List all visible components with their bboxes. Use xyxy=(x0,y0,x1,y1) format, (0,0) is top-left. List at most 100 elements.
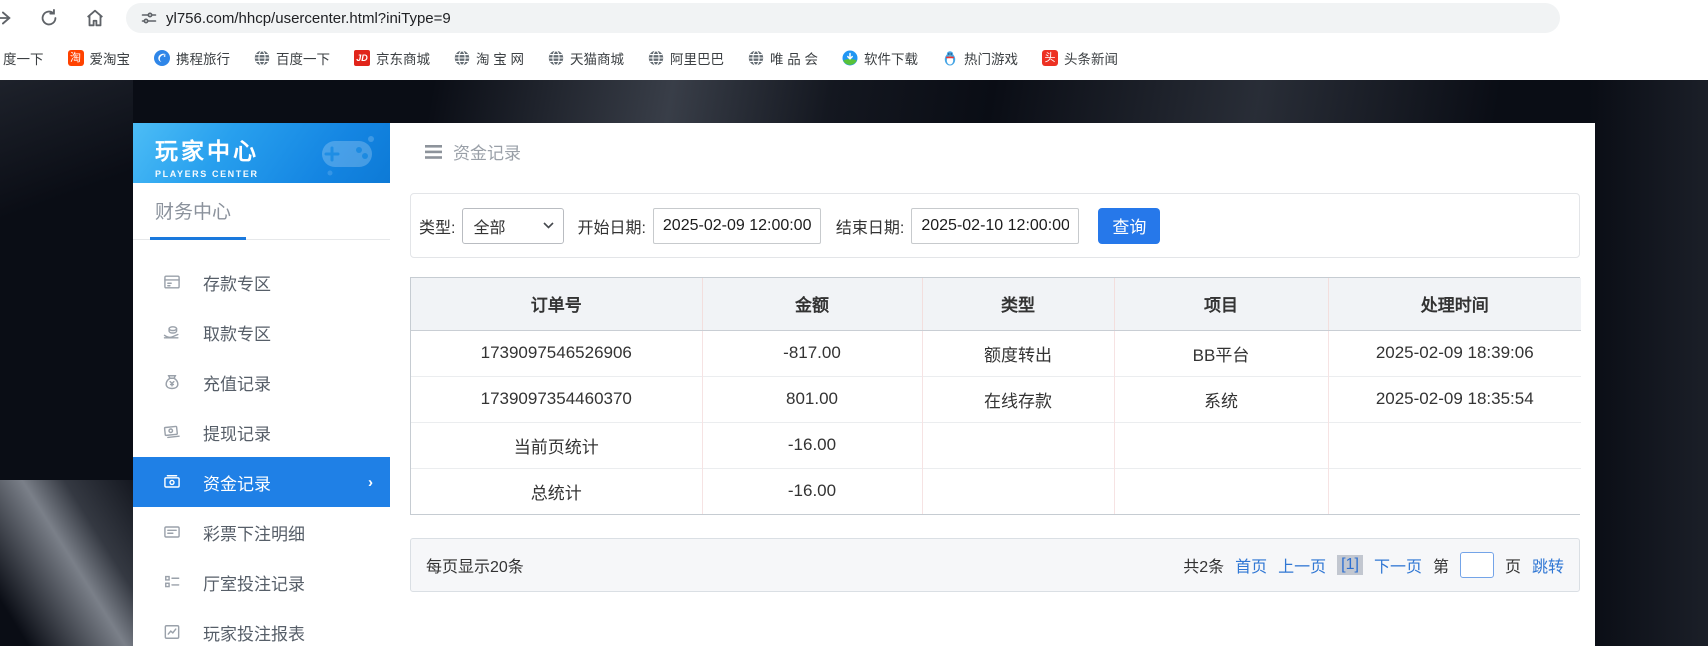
start-date-label: 开始日期: xyxy=(577,214,645,238)
sidebar-item-report[interactable]: 玩家投注报表 xyxy=(133,607,390,646)
cell-time: 2025-02-09 18:35:54 xyxy=(1328,376,1581,422)
chevron-right-icon: › xyxy=(368,474,373,491)
jd-icon: JD xyxy=(354,50,370,66)
bookmark-item[interactable]: 软件下载 xyxy=(842,48,918,68)
url-bar[interactable]: yl756.com/hhcp/usercenter.html?iniType=9 xyxy=(126,3,1560,33)
page-title: 资金记录 xyxy=(453,139,521,164)
cell-label: 当前页统计 xyxy=(411,422,702,468)
bookmark-item[interactable]: 度一下 xyxy=(3,48,44,68)
column-header-type: 类型 xyxy=(922,278,1114,330)
cell-empty xyxy=(1328,468,1581,514)
globe-icon xyxy=(548,50,564,66)
withdraw-icon xyxy=(162,322,182,342)
forward-arrow-icon[interactable] xyxy=(0,7,13,29)
table-row: 1739097546526906 -817.00 额度转出 BB平台 2025-… xyxy=(411,330,1581,376)
next-page-link[interactable]: 下一页 xyxy=(1374,553,1422,577)
bookmark-item[interactable]: 携程旅行 xyxy=(154,48,230,68)
sidebar-item-hall-bet[interactable]: 厅室投注记录 xyxy=(133,557,390,607)
bookmark-item[interactable]: 唯 品 会 xyxy=(748,48,818,68)
hall-bet-icon xyxy=(162,572,182,592)
cell-type: 在线存款 xyxy=(922,376,1114,422)
background-streak xyxy=(0,80,133,380)
menu-toggle-icon[interactable] xyxy=(425,145,442,159)
prev-page-link[interactable]: 上一页 xyxy=(1278,553,1326,577)
jump-button[interactable]: 跳转 xyxy=(1532,553,1564,577)
bookmark-item[interactable]: JD 京东商城 xyxy=(354,48,430,68)
bookmark-item[interactable]: 淘 爱淘宝 xyxy=(68,48,131,68)
reload-icon[interactable] xyxy=(38,7,60,29)
background-streak xyxy=(380,80,1708,126)
globe-icon xyxy=(254,50,270,66)
site-controls-icon[interactable] xyxy=(141,10,157,26)
finance-center-section-title: 财务中心 xyxy=(155,197,390,224)
sidebar-item-label: 提现记录 xyxy=(203,420,271,445)
cell-project: BB平台 xyxy=(1114,330,1328,376)
bookmark-item[interactable]: 头 头条新闻 xyxy=(1042,48,1118,68)
report-icon xyxy=(162,622,182,642)
table-row: 1739097354460370 801.00 在线存款 系统 2025-02-… xyxy=(411,376,1581,422)
sidebar-item-funds[interactable]: 资金记录 › xyxy=(133,457,390,507)
pagination-bar: 每页显示20条 共2条 首页 上一页 [1] 下一页 第 页 跳转 xyxy=(410,538,1580,592)
jump-label-post: 页 xyxy=(1505,553,1521,577)
cell-empty xyxy=(1114,422,1328,468)
software-icon xyxy=(842,50,858,66)
start-date-input[interactable] xyxy=(653,208,821,244)
cell-empty xyxy=(1328,422,1581,468)
bookmark-item[interactable]: 百度一下 xyxy=(254,48,330,68)
bookmark-item[interactable]: 天猫商城 xyxy=(548,48,624,68)
cell-order-no: 1739097354460370 xyxy=(411,376,702,422)
bookmark-item[interactable]: 热门游戏 xyxy=(942,48,1018,68)
sidebar-menu: 存款专区 取款专区 充值记录 提现记录 xyxy=(133,257,390,646)
cell-empty xyxy=(922,422,1114,468)
total-count-text: 共2条 xyxy=(1183,553,1224,577)
sidebar-item-lottery-detail[interactable]: 彩票下注明细 xyxy=(133,507,390,557)
sidebar-header: 玩家中心 PLAYERS CENTER xyxy=(133,123,390,183)
column-header-project: 项目 xyxy=(1114,278,1328,330)
cell-order-no: 1739097546526906 xyxy=(411,330,702,376)
home-icon[interactable] xyxy=(84,7,106,29)
funds-table: 订单号 金额 类型 项目 处理时间 1739097546526906 -817.… xyxy=(410,277,1580,515)
sidebar-item-label: 取款专区 xyxy=(203,320,271,345)
sidebar-item-deposit[interactable]: 存款专区 xyxy=(133,257,390,307)
section-divider xyxy=(133,239,390,240)
globe-icon xyxy=(748,50,764,66)
current-page-badge: [1] xyxy=(1337,555,1363,575)
sidebar-item-recharge[interactable]: 充值记录 xyxy=(133,357,390,407)
cell-amount: -16.00 xyxy=(702,468,922,514)
bookmark-item[interactable]: 阿里巴巴 xyxy=(648,48,724,68)
sidebar-item-withdraw[interactable]: 取款专区 xyxy=(133,307,390,357)
sidebar-item-label: 玩家投注报表 xyxy=(203,620,305,645)
type-select-value: 全部 xyxy=(473,214,505,238)
type-select[interactable]: 全部 xyxy=(462,208,564,244)
cell-empty xyxy=(1114,468,1328,514)
table-row-grand-total: 总统计 -16.00 xyxy=(411,468,1581,514)
cell-label: 总统计 xyxy=(411,468,702,514)
table-row-page-total: 当前页统计 -16.00 xyxy=(411,422,1581,468)
sidebar-item-label: 彩票下注明细 xyxy=(203,520,305,545)
page-jump-input[interactable] xyxy=(1460,552,1494,578)
cell-empty xyxy=(922,468,1114,514)
end-date-input[interactable] xyxy=(911,208,1079,244)
column-header-time: 处理时间 xyxy=(1328,278,1581,330)
funds-icon xyxy=(162,472,182,492)
sidebar-item-label: 存款专区 xyxy=(203,270,271,295)
cashout-icon xyxy=(162,422,182,442)
sidebar-item-cashout[interactable]: 提现记录 xyxy=(133,407,390,457)
recharge-icon xyxy=(162,372,182,392)
url-text[interactable]: yl756.com/hhcp/usercenter.html?iniType=9 xyxy=(166,10,451,27)
main-content: 资金记录 类型: 全部 开始日期: 结束日期: 查询 xyxy=(390,123,1595,646)
sidebar-item-label: 充值记录 xyxy=(203,370,271,395)
lottery-detail-icon xyxy=(162,522,182,542)
type-label: 类型: xyxy=(419,214,455,238)
gamepad-icon xyxy=(316,131,378,177)
toutiao-icon: 头 xyxy=(1042,50,1058,66)
first-page-link[interactable]: 首页 xyxy=(1235,553,1267,577)
query-button[interactable]: 查询 xyxy=(1098,208,1160,244)
bookmark-item[interactable]: 淘 宝 网 xyxy=(454,48,524,68)
globe-icon xyxy=(648,50,664,66)
column-header-amount: 金额 xyxy=(702,278,922,330)
background-streak xyxy=(1588,80,1708,646)
jump-label-pre: 第 xyxy=(1433,553,1449,577)
taobao-icon: 淘 xyxy=(68,50,84,66)
table-header-row: 订单号 金额 类型 项目 处理时间 xyxy=(411,278,1581,330)
